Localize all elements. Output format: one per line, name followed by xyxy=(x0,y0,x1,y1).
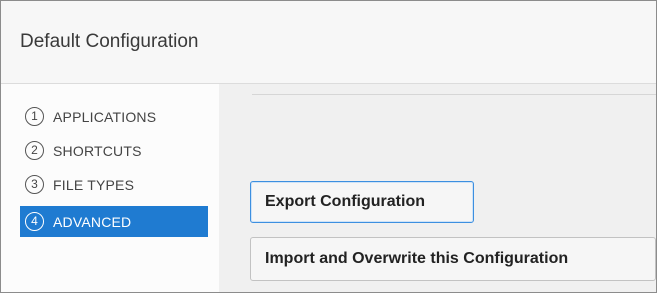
sidebar-item-label: ADVANCED xyxy=(53,213,132,230)
sidebar-item-shortcuts[interactable]: 2 SHORTCUTS xyxy=(20,135,208,166)
step-number-icon: 3 xyxy=(25,175,44,194)
section-divider xyxy=(252,94,656,95)
sidebar-item-label: SHORTCUTS xyxy=(53,142,142,159)
window-title: Default Configuration xyxy=(20,31,199,52)
configuration-window: Default Configuration 1 APPLICATIONS 2 S… xyxy=(0,0,657,293)
export-configuration-button[interactable]: Export Configuration xyxy=(250,181,474,223)
sidebar-item-label: APPLICATIONS xyxy=(53,108,157,125)
step-number-icon: 2 xyxy=(25,141,44,160)
step-number-icon: 4 xyxy=(25,212,44,231)
sidebar-item-applications[interactable]: 1 APPLICATIONS xyxy=(20,101,208,132)
sidebar-nav: 1 APPLICATIONS 2 SHORTCUTS 3 FILE TYPES … xyxy=(1,84,219,292)
step-number-icon: 1 xyxy=(25,107,44,126)
title-bar: Default Configuration xyxy=(1,1,656,84)
advanced-panel: Export Configuration Import and Overwrit… xyxy=(219,84,656,292)
sidebar-item-label: FILE TYPES xyxy=(53,176,135,193)
sidebar-item-advanced[interactable]: 4 ADVANCED xyxy=(20,206,208,237)
import-overwrite-configuration-button[interactable]: Import and Overwrite this Configuration xyxy=(250,237,656,281)
sidebar-item-file-types[interactable]: 3 FILE TYPES xyxy=(20,169,208,200)
